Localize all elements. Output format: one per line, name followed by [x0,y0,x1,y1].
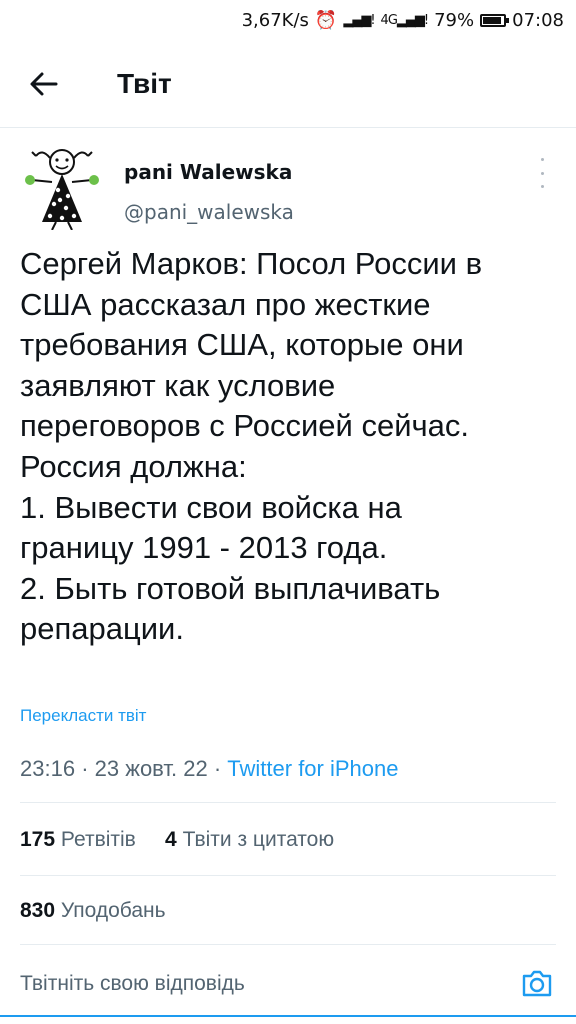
reply-underline [0,1015,576,1017]
camera-icon[interactable] [520,966,554,1000]
retweets-link[interactable]: 175 Ретвітів [20,828,136,851]
quotes-count: 4 [165,828,177,851]
quotes-link[interactable]: 4 Твіти з цитатою [165,828,334,851]
separator: · [81,756,95,781]
divider [20,944,556,945]
tweet-text: Сергей Марков: Посол России в США расска… [20,246,483,647]
clock: 07:08 [512,9,564,31]
likes-count: 830 [20,899,56,922]
divider [20,875,556,876]
separator: · [213,756,228,781]
status-bar: 3,67K/s ⏰ ▂▄▆! 4G▂▄▆! 79% 07:08 [0,0,576,40]
top-app-bar: Твіт [0,40,576,128]
divider [20,802,556,803]
battery-icon [480,13,510,27]
tweet-time: 23:16 [20,756,76,781]
page-title: Твіт [117,68,172,99]
likes-link[interactable]: 830 Уподобань [20,899,166,923]
tweet-meta: 23:16 · 23 жовт. 22 · Twitter for iPhone [20,756,398,782]
quotes-label: Твіти з цитатою [182,828,335,851]
signal-icon: ▂▄▆! [343,12,375,28]
signal-4g-icon: 4G▂▄▆! [380,12,430,28]
more-vertical-icon[interactable] [536,158,548,188]
network-speed: 3,67K/s [241,9,309,31]
likes-label: Уподобань [60,899,166,922]
retweets-label: Ретвітів [60,828,136,851]
author-name[interactable]: pani Walewska [124,160,292,184]
alarm-icon: ⏰ [314,9,338,31]
retweet-stats: 175 Ретвітів 4 Твіти з цитатою [20,828,334,852]
translate-link[interactable]: Перекласти твіт [20,706,146,726]
avatar[interactable] [22,146,102,231]
retweets-count: 175 [20,828,56,851]
reply-input[interactable]: Твітніть свою відповідь [20,972,245,996]
tweet-source-link[interactable]: Twitter for iPhone [227,756,398,781]
arrow-left-icon[interactable] [24,64,64,104]
tweet-date: 23 жовт. 22 [94,756,208,781]
author-handle[interactable]: @pani_walewska [124,200,294,224]
battery-percent: 79% [434,9,475,31]
